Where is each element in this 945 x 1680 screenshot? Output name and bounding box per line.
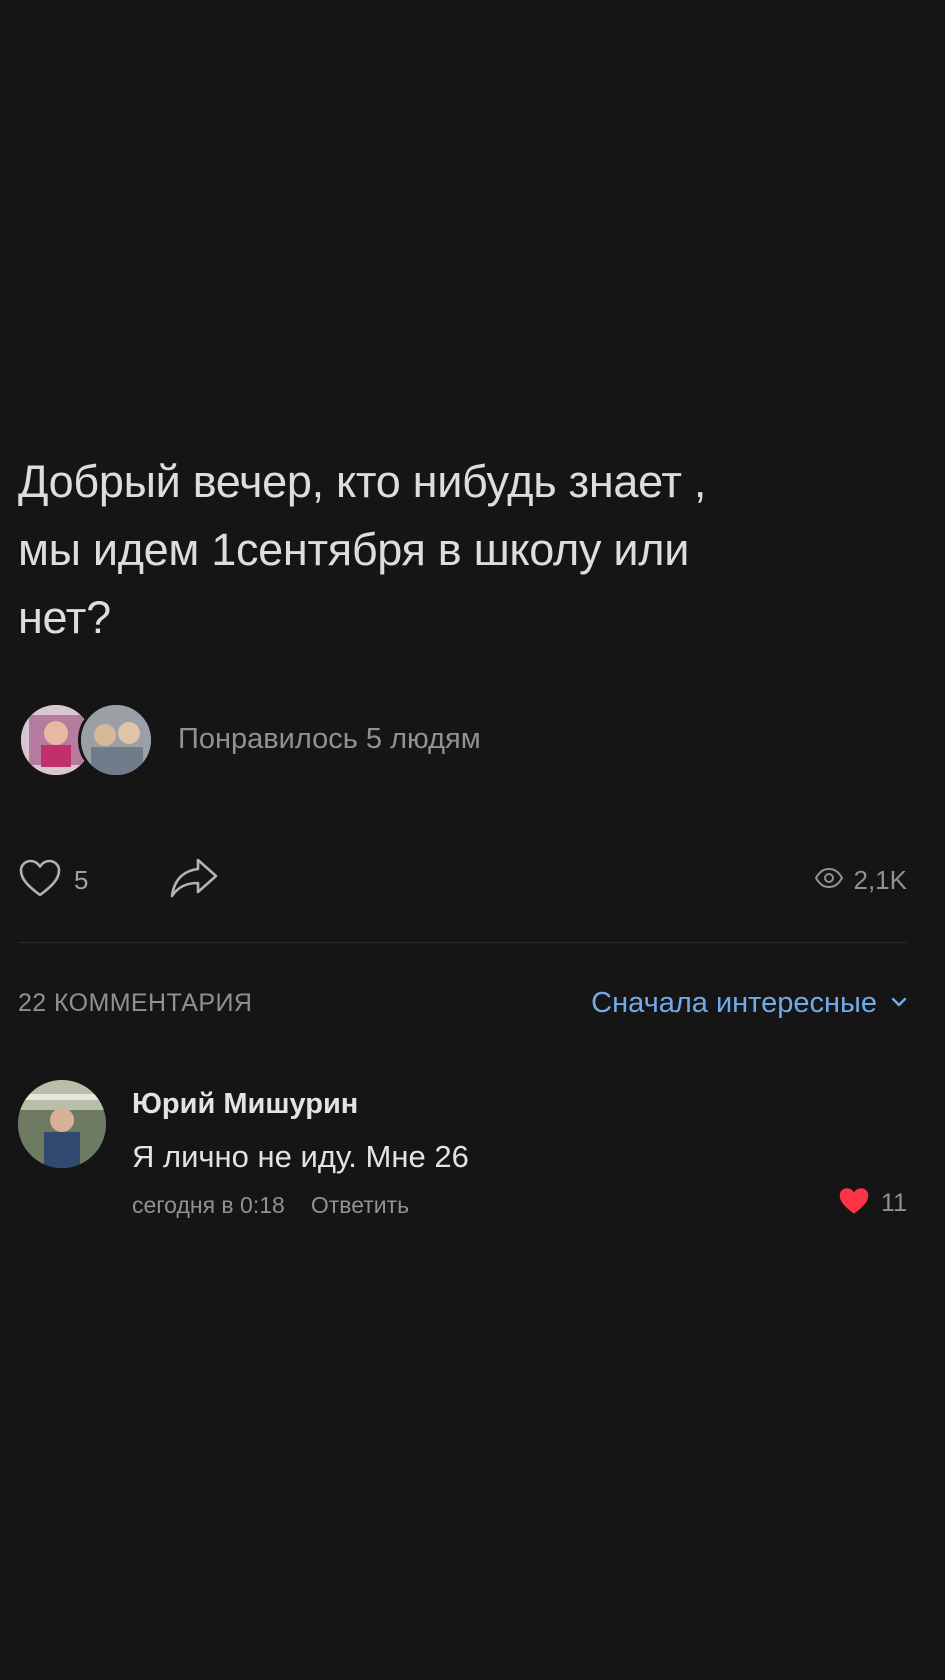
comment-author[interactable]: Юрий Мишурин — [132, 1088, 358, 1121]
post-actions: 5 2,1K — [18, 856, 907, 904]
views-counter: 2,1K — [814, 864, 908, 896]
liker-avatar — [78, 702, 154, 778]
views-count: 2,1K — [853, 864, 908, 895]
share-icon — [168, 856, 220, 905]
sort-label: Сначала интересные — [591, 986, 877, 1019]
share-button[interactable] — [168, 856, 220, 905]
heart-filled-icon — [837, 1186, 871, 1221]
reply-button[interactable]: Ответить — [311, 1192, 409, 1219]
chevron-down-icon — [891, 994, 907, 1012]
post-text: Добрый вечер, кто нибудь знает , мы идем… — [18, 456, 707, 643]
heart-outline-icon — [18, 858, 62, 903]
comment-item: Юрий Мишурин Я лично не иду. Мне 26 сего… — [18, 1080, 907, 1220]
like-count: 5 — [74, 864, 89, 895]
comment-like-count: 11 — [881, 1189, 907, 1217]
liker-avatars — [18, 702, 154, 778]
comment-meta: сегодня в 0:18 Ответить — [132, 1192, 409, 1219]
likes-summary[interactable]: Понравилось 5 людям — [18, 702, 481, 778]
like-button[interactable]: 5 — [18, 858, 88, 903]
comments-header: 22 КОММЕНТАРИЯ Сначала интересные — [18, 978, 907, 1028]
likes-summary-text: Понравилось 5 людям — [178, 722, 481, 755]
comment-text: Я лично не иду. Мне 26 — [132, 1139, 469, 1174]
eye-icon — [814, 867, 844, 894]
sort-dropdown[interactable]: Сначала интересные — [591, 987, 907, 1020]
comments-count: 22 КОММЕНТАРИЯ — [18, 988, 253, 1017]
divider — [18, 942, 907, 943]
comment-time: сегодня в 0:18 — [132, 1192, 285, 1218]
comment-avatar[interactable] — [18, 1080, 106, 1168]
comment-like-button[interactable]: 11 — [837, 1186, 907, 1221]
